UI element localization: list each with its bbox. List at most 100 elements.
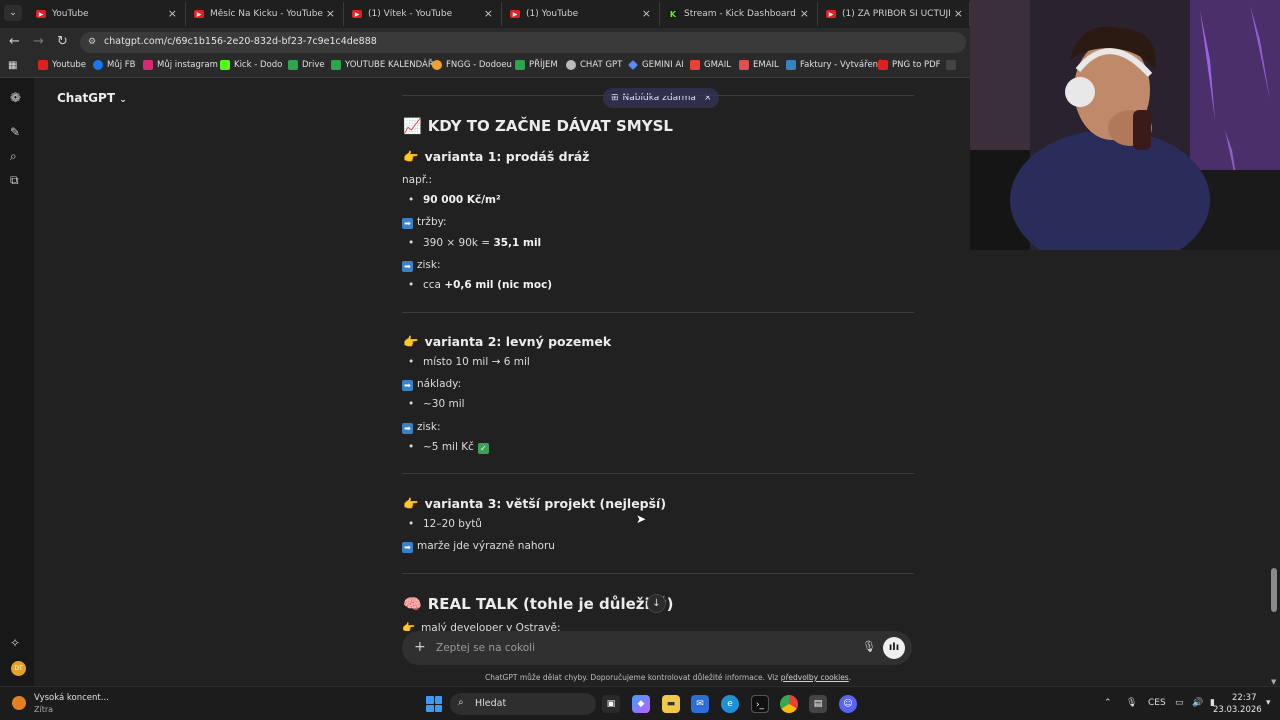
- clock-time[interactable]: 22:37: [1232, 693, 1257, 703]
- search-icon[interactable]: ⌕: [10, 149, 17, 164]
- pdf-icon: [878, 60, 888, 70]
- label-text: tržby:: [417, 216, 447, 228]
- chrome-icon[interactable]: [780, 695, 798, 713]
- bookmark[interactable]: PNG to PDF: [878, 60, 941, 70]
- scroll-to-bottom-button[interactable]: ↓: [647, 594, 666, 613]
- back-icon[interactable]: ←: [9, 34, 20, 49]
- language-indicator[interactable]: CES: [1148, 698, 1166, 708]
- heading-text: varianta 3: větší projekt (nejlepší): [424, 496, 667, 511]
- arrow-right-icon: ➡: [402, 218, 413, 229]
- site-info-icon[interactable]: ⚙: [88, 37, 96, 47]
- bookmark[interactable]: GEMINI AI: [628, 60, 684, 70]
- bookmark[interactable]: Youtube: [38, 60, 86, 70]
- discord-icon[interactable]: ☺: [839, 695, 857, 713]
- bookmark[interactable]: Drive: [288, 60, 325, 70]
- section-heading: 📈 KDY TO ZAČNE DÁVAT SMYSL: [403, 117, 673, 135]
- divider: [402, 473, 914, 474]
- bookmark[interactable]: Můj FB: [93, 60, 136, 70]
- arrow-right-icon: ➡: [402, 261, 413, 272]
- close-icon[interactable]: ×: [168, 7, 177, 20]
- app-icon[interactable]: ▤: [809, 695, 827, 713]
- library-icon[interactable]: ⧉: [10, 173, 19, 188]
- bookmark[interactable]: PŘÍJEM: [515, 60, 558, 70]
- plus-icon[interactable]: +: [414, 639, 426, 655]
- clock-date[interactable]: 23.03.2026: [1213, 705, 1262, 715]
- close-icon[interactable]: ×: [642, 7, 651, 20]
- kick-icon: K: [668, 9, 678, 19]
- bookmark[interactable]: FNGG - Dodoeu: [432, 60, 512, 70]
- paragraph: ➡ náklady:: [402, 378, 461, 391]
- search-placeholder: Hledat: [475, 698, 507, 709]
- label-text: zisk:: [417, 421, 441, 433]
- browser-tab[interactable]: K Stream - Kick Dashboard ×: [660, 2, 818, 26]
- fngg-icon: [432, 60, 442, 70]
- network-icon[interactable]: ▭: [1175, 698, 1184, 708]
- browser-tab[interactable]: ▶ (1) ZA PŘÍBOR SI ÚČTUJÍ 150Kč ×: [818, 2, 970, 26]
- weather-title[interactable]: Vysoká koncent...: [34, 693, 109, 703]
- heading-text: REAL TALK (tohle je důležitý): [427, 595, 674, 613]
- disclaimer: ChatGPT může dělat chyby. Doporučujeme k…: [485, 673, 851, 682]
- list-item: ~5 mil Kč✓: [408, 441, 489, 454]
- tab-label: Stream - Kick Dashboard: [684, 9, 796, 19]
- model-selector[interactable]: ChatGPT ⌄: [57, 91, 127, 105]
- sparkle-icon[interactable]: ✧: [10, 636, 20, 650]
- reload-icon[interactable]: ↻: [57, 34, 68, 49]
- scroll-down-arrow[interactable]: ▼: [1271, 678, 1276, 686]
- weather-icon[interactable]: [12, 696, 26, 710]
- apps-grid-icon[interactable]: ▦: [8, 60, 17, 71]
- copilot-icon[interactable]: ◆: [632, 695, 650, 713]
- openai-logo-icon[interactable]: ❁: [10, 91, 21, 106]
- close-icon[interactable]: ×: [484, 7, 493, 20]
- close-icon[interactable]: ×: [326, 7, 335, 20]
- close-icon[interactable]: ×: [954, 7, 963, 20]
- outlook-icon[interactable]: ✉: [691, 695, 709, 713]
- avatar[interactable]: DT: [11, 661, 26, 676]
- label-text: náklady:: [417, 378, 462, 390]
- tab-search-button[interactable]: ⌄: [4, 5, 22, 21]
- chevron-up-icon[interactable]: ⌃: [1104, 698, 1112, 708]
- youtube-icon: ▶: [826, 10, 836, 18]
- paragraph: ➡ tržby:: [402, 216, 447, 229]
- url-field[interactable]: ⚙ chatgpt.com/c/69c1b156-2e20-832d-bf23-…: [80, 32, 966, 53]
- microphone-icon[interactable]: 🎙: [862, 640, 876, 653]
- volume-icon[interactable]: 🔊: [1192, 698, 1203, 708]
- close-icon[interactable]: ×: [800, 7, 809, 20]
- terminal-icon[interactable]: ›_: [751, 695, 769, 713]
- youtube-icon: ▶: [36, 10, 46, 18]
- list-item-text: cca: [423, 279, 445, 291]
- promo-badge[interactable]: ⊞ Nabídka zdarma ×: [603, 88, 720, 108]
- file-explorer-icon[interactable]: ▬: [662, 695, 680, 713]
- edge-icon[interactable]: e: [721, 695, 739, 713]
- start-button[interactable]: [426, 696, 442, 712]
- browser-tab[interactable]: ▶ (1) YouTube ×: [502, 2, 660, 26]
- list-item-text: ~30 mil: [423, 398, 465, 410]
- voice-mode-button[interactable]: ılı: [883, 637, 905, 659]
- bookmark[interactable]: Můj instagram: [143, 60, 218, 70]
- bookmark-label: Můj instagram: [157, 60, 218, 70]
- bookmark-label: Kick - Dodo: [234, 60, 283, 70]
- browser-tab[interactable]: ▶ Měsíc Na Kicku - YouTube ×: [186, 2, 344, 26]
- bookmark[interactable]: Faktury - Vytváření: [786, 60, 880, 70]
- bookmark[interactable]: EMAIL: [739, 60, 779, 70]
- new-chat-icon[interactable]: ✎: [10, 125, 20, 139]
- forward-icon[interactable]: →: [33, 34, 44, 49]
- message-input[interactable]: [436, 637, 836, 659]
- paragraph: 👉 malý developer v Ostravě:: [402, 621, 561, 631]
- browser-tab[interactable]: ▶ YouTube ×: [28, 2, 186, 26]
- bookmark[interactable]: [946, 60, 960, 70]
- list-item: 90 000 Kč/m²: [408, 194, 501, 206]
- task-view-icon[interactable]: ▣: [602, 695, 620, 713]
- bookmark-label: YOUTUBE KALENDÁŘ: [345, 60, 434, 70]
- bookmark[interactable]: Kick - Dodo: [220, 60, 282, 70]
- bookmark[interactable]: YOUTUBE KALENDÁŘ: [331, 60, 434, 70]
- bookmark[interactable]: GMAIL: [690, 60, 731, 70]
- notification-icon[interactable]: ▾: [1266, 698, 1271, 708]
- cookie-preferences-link[interactable]: předvolby cookies: [781, 673, 849, 682]
- waveform-icon: ılı: [888, 642, 900, 653]
- microphone-icon[interactable]: 🎙: [1126, 698, 1137, 708]
- bookmark-label: EMAIL: [753, 60, 779, 70]
- scrollbar-thumb[interactable]: [1271, 568, 1277, 612]
- taskbar-search[interactable]: ⌕ Hledat: [450, 693, 596, 715]
- bookmark[interactable]: CHAT GPT: [566, 60, 622, 70]
- browser-tab[interactable]: ▶ (1) Vítek - YouTube ×: [344, 2, 502, 26]
